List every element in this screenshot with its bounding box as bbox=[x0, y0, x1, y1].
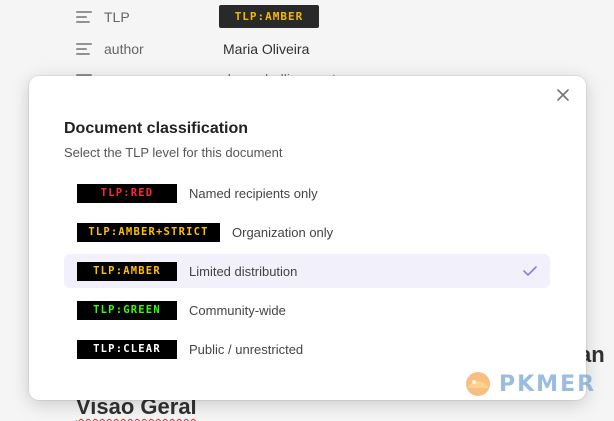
option-tlp-green[interactable]: TLP:GREEN Community-wide bbox=[64, 293, 550, 327]
tlp-badge: TLP:AMBER bbox=[77, 261, 177, 281]
modal-subtitle: Select the TLP level for this document bbox=[64, 145, 283, 160]
watermark-text: PKMER bbox=[499, 371, 597, 397]
tlp-badge: TLP:RED bbox=[77, 183, 177, 203]
tlp-badge-text: TLP:RED bbox=[100, 187, 154, 199]
option-label: Named recipients only bbox=[189, 185, 318, 201]
close-icon[interactable] bbox=[554, 86, 572, 104]
check-icon bbox=[523, 266, 537, 276]
option-label: Community-wide bbox=[189, 302, 286, 318]
tlp-badge: TLP:CLEAR bbox=[77, 339, 177, 359]
tlp-badge-text: TLP:AMBER bbox=[93, 265, 161, 277]
tlp-badge: TLP:GREEN bbox=[77, 300, 177, 320]
tlp-badge-text: TLP:AMBER+STRICT bbox=[88, 226, 209, 238]
option-tlp-red[interactable]: TLP:RED Named recipients only bbox=[64, 176, 550, 210]
classification-modal: Document classification Select the TLP l… bbox=[29, 76, 586, 400]
option-label: Organization only bbox=[232, 224, 334, 240]
option-tlp-amber[interactable]: TLP:AMBER Limited distribution bbox=[64, 254, 550, 288]
option-label: Public / unrestricted bbox=[189, 341, 304, 357]
pkmer-logo-icon bbox=[466, 372, 490, 396]
tlp-badge: TLP:AMBER+STRICT bbox=[77, 222, 220, 242]
pkmer-watermark: PKMER bbox=[461, 368, 596, 400]
tlp-badge-text: TLP:GREEN bbox=[93, 304, 161, 316]
option-label: Limited distribution bbox=[189, 263, 298, 279]
tlp-badge-text: TLP:CLEAR bbox=[93, 343, 161, 355]
option-tlp-amber-strict[interactable]: TLP:AMBER+STRICT Organization only bbox=[64, 215, 550, 249]
modal-title: Document classification bbox=[64, 120, 249, 137]
option-tlp-clear[interactable]: TLP:CLEAR Public / unrestricted bbox=[64, 332, 550, 366]
